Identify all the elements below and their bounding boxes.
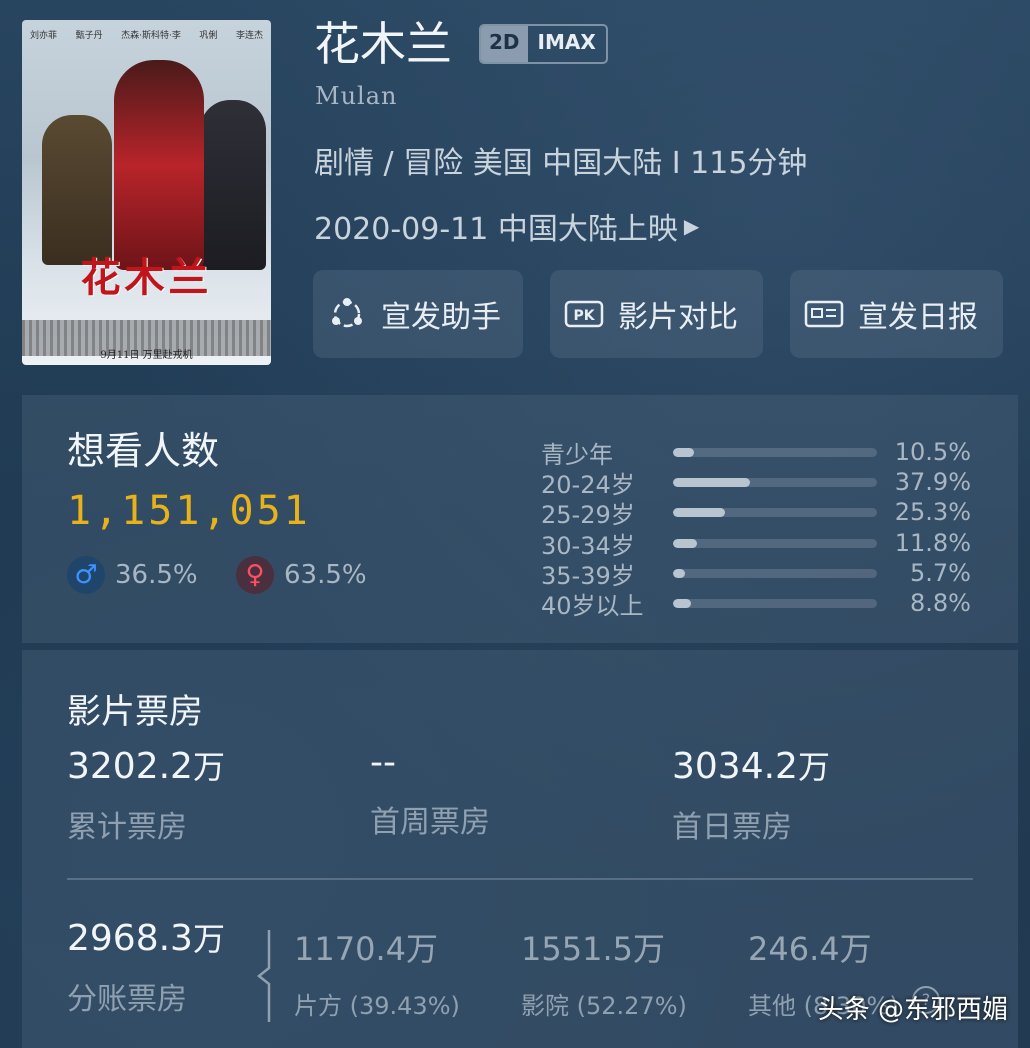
age-bar-fill [673,447,695,457]
triangle-right-icon: ▶ [683,214,700,238]
part-label: 片方 (39.43%) [294,992,460,1020]
first-week-boxoffice: -- 首周票房 [370,742,490,841]
total-unit: 万 [192,748,225,786]
age-bar-fill [673,568,685,578]
age-row: 20-24岁 37.9% [541,467,971,499]
age-row: 35-39岁 5.7% [541,558,971,590]
female-pct: 63.5% [284,560,367,590]
age-bar-fill [673,538,698,548]
age-bar-fill [673,477,751,487]
promo-daily-label: 宣发日报 [858,300,978,335]
age-bar-fill [673,598,691,608]
svg-text:PK: PK [573,308,595,324]
promo-daily-button[interactable]: 宣发日报 [790,270,1003,358]
first-week-value: -- [370,742,396,783]
age-value: 8.8% [910,589,971,617]
age-value: 37.9% [894,468,971,496]
poster-credits: 刘亦菲 甄子丹 杰森·斯科特·李 巩俐 李连杰 [30,31,263,41]
age-value: 11.8% [894,529,971,557]
age-bar [673,507,877,517]
age-value: 25.3% [894,498,971,526]
split-label: 分账票房 [67,982,187,1017]
male-pct: 36.5% [115,560,198,590]
movie-title: 花木兰 [314,17,452,71]
poster-title: 花木兰 [80,254,213,301]
split-part-producer: 1170.4万 片方 (39.43%) [294,924,460,1021]
share-network-icon [327,294,367,334]
age-row: 40岁以上 8.8% [541,588,971,620]
promo-assistant-button[interactable]: 宣发助手 [313,270,523,358]
total-boxoffice: 3202.2万 累计票房 [67,742,225,846]
age-row: 25-29岁 25.3% [541,497,971,529]
want-count: 1,151,051 [67,488,311,534]
movie-title-en: Mulan [315,82,398,110]
age-label: 40岁以上 [541,591,644,620]
male-stat: ♂ 36.5% [67,556,198,594]
age-bar [673,598,877,608]
movie-poster[interactable]: 刘亦菲 甄子丹 杰森·斯科特·李 巩俐 李连杰 花木兰 9月11日 万里赴戎机 [22,20,271,365]
movie-meta: 剧情 / 冒险 美国 中国大陆 I 115分钟 [314,146,808,181]
first-week-label: 首周票房 [370,805,490,840]
release-link[interactable]: 2020-09-11 中国大陆上映 ▶ [314,204,699,248]
split-unit: 万 [192,920,225,958]
first-day-value: 3034.2 [672,746,798,787]
tag-imax: IMAX [537,30,596,54]
release-text: 2020-09-11 中国大陆上映 [314,212,678,247]
split-boxoffice: 2968.3万 分账票房 [67,914,225,1018]
report-card-icon [804,294,844,334]
poster-figure-left [42,115,112,265]
age-bar [673,447,877,457]
first-day-boxoffice: 3034.2万 首日票房 [672,742,830,846]
age-value: 10.5% [894,438,971,466]
part-label: 影院 (52.27%) [521,992,687,1020]
female-icon: ♀ [236,556,274,594]
poster-figure-center [114,60,204,270]
split-part-cinema: 1551.5万 影院 (52.27%) [521,924,687,1021]
total-value: 3202.2 [67,746,193,787]
part-value: 246.4万 [748,930,872,968]
age-bar-fill [673,507,725,517]
age-row: 30-34岁 11.8% [541,528,971,560]
part-value: 1170.4万 [294,930,438,968]
movie-compare-button[interactable]: PK 影片对比 [550,270,763,358]
male-icon: ♂ [67,556,105,594]
age-bar [673,568,877,578]
female-stat: ♀ 63.5% [236,556,367,594]
age-bar [673,538,877,548]
movie-compare-label: 影片对比 [618,300,738,335]
first-day-label: 首日票房 [672,810,792,845]
promo-assistant-label: 宣发助手 [381,300,501,335]
want-heading: 想看人数 [67,429,220,473]
age-label: 25-29岁 [541,500,635,529]
age-row: 青少年 10.5% [541,437,971,469]
poster-date: 9月11日 万里赴戎机 [100,350,193,361]
brace-icon [256,930,271,1022]
pk-badge-icon: PK [564,294,604,334]
part-value: 1551.5万 [521,930,665,968]
first-day-unit: 万 [797,748,830,786]
divider [67,878,973,880]
split-value: 2968.3 [67,918,193,959]
age-bar [673,477,877,487]
watermark: 头条 @东邪西媚 [817,995,1008,1025]
total-label: 累计票房 [67,810,187,845]
tag-2d: 2D [481,26,528,62]
age-value: 5.7% [910,559,971,587]
boxoffice-heading: 影片票房 [67,692,203,732]
format-tags: 2D IMAX [479,24,608,64]
